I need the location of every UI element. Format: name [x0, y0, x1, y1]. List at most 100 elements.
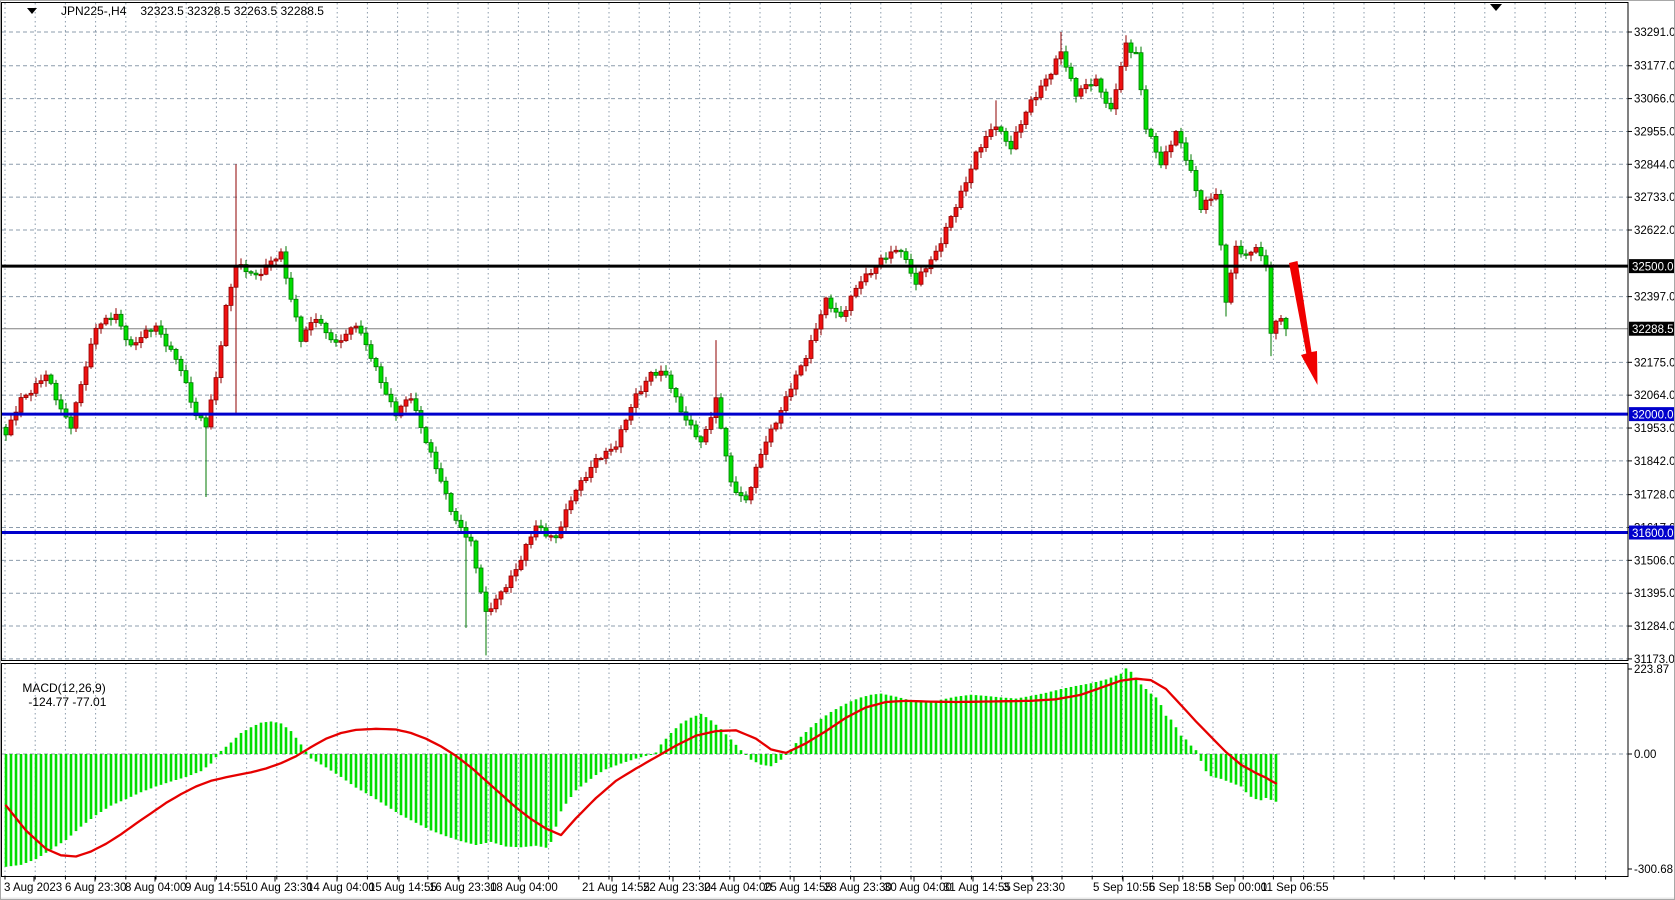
candle[interactable]: [414, 399, 418, 411]
candle[interactable]: [914, 273, 918, 284]
candle[interactable]: [1254, 247, 1258, 252]
candle[interactable]: [364, 333, 368, 344]
time-axis-label[interactable]: 28 Aug 23:30: [824, 882, 892, 894]
candle[interactable]: [1074, 78, 1078, 96]
candle[interactable]: [784, 397, 788, 411]
candle[interactable]: [644, 381, 648, 391]
trend-arrow[interactable]: [1289, 261, 1318, 385]
candle[interactable]: [449, 493, 453, 511]
candle[interactable]: [474, 541, 478, 568]
candle[interactable]: [569, 501, 573, 510]
candle[interactable]: [434, 452, 438, 469]
time-axis-label[interactable]: 25 Aug 14:55: [764, 882, 832, 894]
candle[interactable]: [854, 288, 858, 296]
candle[interactable]: [579, 481, 583, 491]
candle[interactable]: [594, 458, 598, 467]
candle[interactable]: [94, 328, 98, 344]
candle[interactable]: [984, 137, 988, 148]
candle[interactable]: [1069, 67, 1073, 78]
time-axis-label[interactable]: 3 Aug 2023: [4, 882, 62, 894]
time-axis-label[interactable]: 14 Aug 04:00: [307, 882, 375, 894]
candle[interactable]: [709, 418, 713, 430]
candle[interactable]: [214, 378, 218, 400]
candle[interactable]: [819, 315, 823, 329]
candle[interactable]: [1214, 194, 1218, 199]
candle[interactable]: [979, 148, 983, 152]
candle[interactable]: [184, 371, 188, 383]
candle[interactable]: [1219, 194, 1223, 245]
time-axis-label[interactable]: 15 Aug 14:55: [369, 882, 437, 894]
time-axis-label[interactable]: 31 Aug 14:55: [943, 882, 1011, 894]
candle[interactable]: [144, 330, 148, 338]
candle[interactable]: [334, 340, 338, 343]
time-axis-label[interactable]: 10 Aug 23:30: [245, 882, 313, 894]
candle[interactable]: [1114, 90, 1118, 109]
candle[interactable]: [604, 451, 608, 458]
candle[interactable]: [679, 397, 683, 412]
candle[interactable]: [409, 399, 413, 400]
time-axis-label[interactable]: 5 Sep 10:55: [1093, 882, 1155, 894]
candle[interactable]: [1079, 89, 1083, 97]
candle[interactable]: [624, 420, 628, 430]
candle[interactable]: [824, 298, 828, 315]
candle[interactable]: [1099, 79, 1103, 92]
candle[interactable]: [324, 323, 328, 332]
candle[interactable]: [149, 330, 153, 331]
candle[interactable]: [374, 358, 378, 366]
candle[interactable]: [404, 400, 408, 406]
candle[interactable]: [834, 308, 838, 312]
candle[interactable]: [1134, 52, 1138, 53]
candle[interactable]: [299, 317, 303, 341]
candle[interactable]: [1209, 199, 1213, 200]
candle[interactable]: [479, 568, 483, 592]
candle[interactable]: [654, 372, 658, 375]
candle[interactable]: [754, 467, 758, 487]
candle[interactable]: [989, 130, 993, 137]
candle[interactable]: [1139, 53, 1143, 90]
candle[interactable]: [1264, 256, 1268, 266]
candle[interactable]: [1004, 131, 1008, 141]
candle[interactable]: [564, 510, 568, 527]
candle[interactable]: [1244, 254, 1248, 255]
candle[interactable]: [79, 385, 83, 403]
candle[interactable]: [179, 359, 183, 370]
candle[interactable]: [964, 183, 968, 191]
candle[interactable]: [1129, 43, 1133, 52]
candle[interactable]: [174, 349, 178, 359]
candle[interactable]: [129, 340, 133, 345]
candle[interactable]: [59, 400, 63, 409]
candle[interactable]: [54, 383, 58, 400]
candle[interactable]: [689, 420, 693, 425]
candle[interactable]: [1269, 266, 1273, 333]
candle[interactable]: [669, 375, 673, 388]
candle[interactable]: [619, 430, 623, 447]
candle[interactable]: [704, 429, 708, 441]
candle[interactable]: [639, 392, 643, 394]
candle[interactable]: [1009, 141, 1013, 149]
candle[interactable]: [634, 394, 638, 408]
candle[interactable]: [329, 333, 333, 340]
candle[interactable]: [229, 287, 233, 305]
candle[interactable]: [739, 493, 743, 496]
candle[interactable]: [9, 420, 13, 435]
candle[interactable]: [189, 383, 193, 402]
chart-shift-marker[interactable]: [1490, 4, 1502, 11]
candle[interactable]: [504, 588, 508, 592]
candle[interactable]: [1184, 143, 1188, 160]
candle[interactable]: [1019, 125, 1023, 133]
time-axis-label[interactable]: 30 Aug 04:00: [884, 882, 952, 894]
candle[interactable]: [489, 609, 493, 612]
candle[interactable]: [779, 411, 783, 424]
candle[interactable]: [204, 418, 208, 427]
candle[interactable]: [429, 443, 433, 453]
candle[interactable]: [734, 482, 738, 493]
candle[interactable]: [119, 314, 123, 326]
candle[interactable]: [1044, 79, 1048, 86]
candle[interactable]: [314, 319, 318, 322]
candle[interactable]: [89, 344, 93, 367]
time-axis-label[interactable]: 3 Sep 23:30: [1003, 882, 1065, 894]
candle[interactable]: [589, 467, 593, 477]
time-axis-label[interactable]: 18 Aug 04:00: [490, 882, 558, 894]
candle[interactable]: [1029, 100, 1033, 112]
candle[interactable]: [1154, 136, 1158, 152]
